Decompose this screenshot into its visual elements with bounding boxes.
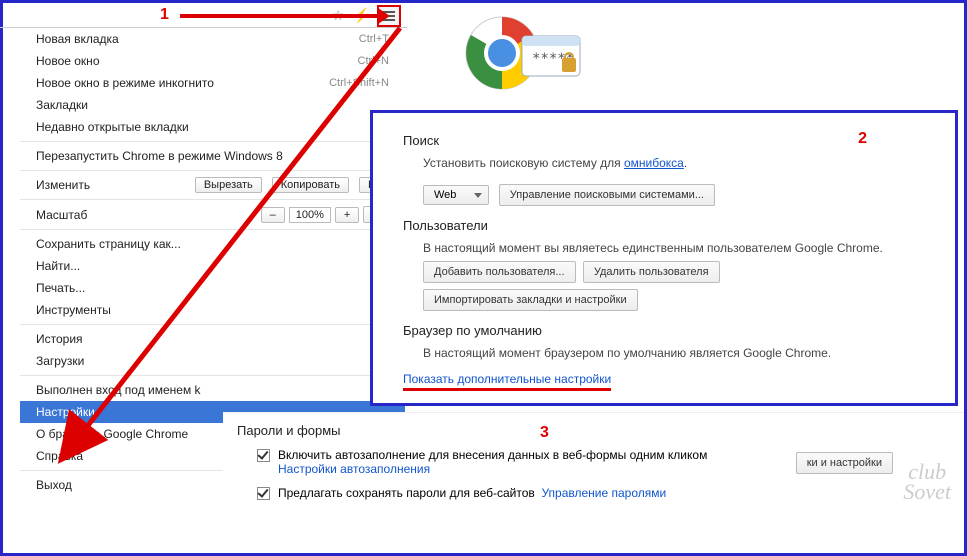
menu-recent-tabs[interactable]: Недавно открытые вкладки [20,116,405,138]
menu-zoom-row: Масштаб – 100% + ⛶ [20,203,405,226]
menu-label: Найти... [36,259,80,273]
menu-label: Выход [36,478,72,492]
menu-label: Загрузки [36,354,84,368]
menu-label: Перезапустить Chrome в режиме Windows 8 [36,149,283,163]
autofill-checkbox[interactable] [257,449,270,462]
default-browser-desc: В настоящий момент браузером по умолчани… [423,346,935,360]
menu-print[interactable]: Печать... [20,277,405,299]
search-desc-suffix: . [684,156,687,170]
menu-label: Новое окно [36,54,100,68]
autofill-settings-link[interactable]: Настройки автозаполнения [278,462,430,476]
search-engine-select[interactable]: Web [423,185,489,205]
search-desc-prefix: Установить поисковую систему для [423,156,624,170]
offer-save-label: Предлагать сохранять пароли для веб-сайт… [278,486,535,500]
menu-separator [20,229,405,230]
menu-label: Настройки [36,405,95,419]
manage-search-engines-button[interactable]: Управление поисковыми системами... [499,184,715,206]
menu-separator [20,141,405,142]
autofill-label: Включить автозаполнение для внесения дан… [278,448,707,462]
users-desc: В настоящий момент вы являетесь единстве… [423,241,935,255]
menu-incognito[interactable]: Новое окно в режиме инкогнито Ctrl+Shift… [20,72,405,94]
zoom-in-button[interactable]: + [335,207,359,223]
chrome-password-illustration: ***** [460,8,590,98]
manage-passwords-link[interactable]: Управление паролями [541,486,666,500]
cut-button[interactable]: Вырезать [195,177,262,193]
zoom-value: 100% [289,207,331,223]
menu-edit-row: Изменить Вырезать Копировать Вст [20,174,405,196]
menu-separator [20,324,405,325]
show-advanced-settings-link[interactable]: Показать дополнительные настройки [403,372,611,386]
menu-label: Справка [36,449,83,463]
menu-relaunch-win8[interactable]: Перезапустить Chrome в режиме Windows 8 [20,145,405,167]
menu-label: История [36,332,83,346]
settings-panel: Поиск Установить поисковую систему для о… [370,110,958,406]
chevron-down-icon [474,193,482,198]
copy-button[interactable]: Копировать [272,177,349,193]
step-3-label: 3 [540,424,549,442]
menu-separator [20,375,405,376]
arrow-to-menu-button [180,14,380,18]
menu-tools[interactable]: Инструменты [20,299,405,321]
menu-downloads[interactable]: Загрузки [20,350,405,372]
menu-label: Новая вкладка [36,32,119,46]
menu-new-window[interactable]: Новое окно Ctrl+N [20,50,405,72]
menu-separator [20,199,405,200]
menu-bookmarks[interactable]: Закладки [20,94,405,116]
menu-new-tab[interactable]: Новая вкладка Ctrl+T [20,28,405,50]
menu-zoom-label: Масштаб [36,208,87,222]
zoom-out-button[interactable]: – [261,207,285,223]
menu-label: Выполнен вход под именем k [36,383,201,397]
menu-save-page[interactable]: Сохранить страницу как... [20,233,405,255]
menu-label: Сохранить страницу как... [36,237,181,251]
menu-label: О браузере Google Chrome [36,427,188,441]
import-bookmarks-button-fragment[interactable]: ки и настройки [796,452,893,474]
menu-label: Инструменты [36,303,111,317]
users-heading: Пользователи [403,218,935,233]
menu-edit-label: Изменить [36,178,90,192]
step-2-label: 2 [858,130,867,148]
default-browser-heading: Браузер по умолчанию [403,323,935,338]
menu-shortcut: Ctrl+N [358,55,389,67]
menu-find[interactable]: Найти... [20,255,405,277]
delete-user-button[interactable]: Удалить пользователя [583,261,720,283]
menu-label: Недавно открытые вкладки [36,120,189,134]
search-heading: Поиск [403,133,935,148]
step-1-label: 1 [160,6,169,24]
menu-shortcut: Ctrl+T [359,33,389,45]
passwords-heading: Пароли и формы [237,423,949,438]
menu-label: Печать... [36,281,85,295]
menu-signed-in[interactable]: Выполнен вход под именем k [20,379,405,401]
menu-shortcut: Ctrl+Shift+N [329,77,389,89]
add-user-button[interactable]: Добавить пользователя... [423,261,576,283]
menu-history[interactable]: История [20,328,405,350]
menu-label: Закладки [36,98,88,112]
menu-separator [20,170,405,171]
omnibox-link[interactable]: омнибокса [624,156,684,170]
search-engine-value: Web [434,189,456,201]
offer-save-passwords-checkbox[interactable] [257,487,270,500]
menu-label: Новое окно в режиме инкогнито [36,76,214,90]
import-bookmarks-button[interactable]: Импортировать закладки и настройки [423,289,638,311]
